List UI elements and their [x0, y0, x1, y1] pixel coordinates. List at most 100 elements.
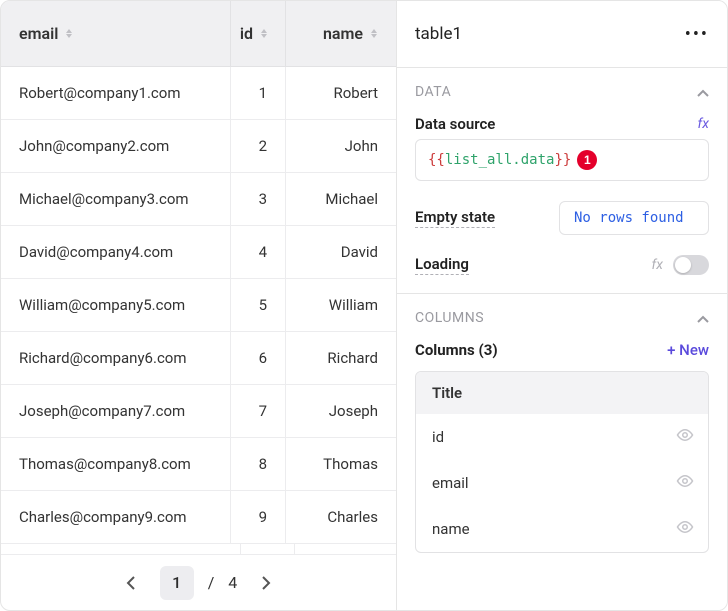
column-item[interactable]: email [416, 460, 708, 506]
cell-email: Thomas@company8.com [1, 438, 231, 490]
table-row[interactable]: John@company2.com 2 John [1, 120, 396, 173]
cell-id: 4 [231, 226, 286, 278]
table-row[interactable]: Michael@company3.com 3 Michael [1, 173, 396, 226]
chevron-up-icon [697, 315, 709, 323]
annotation-badge: 1 [577, 150, 597, 170]
cell-email: Joseph@company7.com [1, 385, 231, 437]
total-pages: 4 [228, 573, 237, 592]
cell-name: Joseph [286, 385, 396, 437]
sort-icon[interactable] [371, 29, 378, 38]
visibility-toggle[interactable] [676, 474, 694, 492]
columns-header: Columns (3) + New [415, 341, 709, 359]
table-row[interactable]: Charles@company9.com 9 Charles [1, 491, 396, 544]
table-row[interactable]: Robert@company1.com 1 Robert [1, 67, 396, 120]
cell-name: David [286, 226, 396, 278]
section-header[interactable]: DATA [415, 82, 709, 101]
cell-id: 6 [231, 332, 286, 384]
table-row[interactable]: William@company5.com 5 William [1, 279, 396, 332]
prev-page-button[interactable] [116, 568, 146, 598]
visibility-toggle[interactable] [676, 520, 694, 538]
columns-count-label: Columns (3) [415, 341, 498, 359]
loading-group: Loading fx [415, 255, 709, 275]
column-item-label: email [432, 474, 469, 492]
chevron-left-icon [126, 576, 136, 590]
cell-name: Thomas [286, 438, 396, 490]
table-pane: email id name Robert@company1.com 1 Robe… [1, 1, 396, 610]
cell-email: Charles@company9.com [1, 491, 231, 543]
loading-label[interactable]: Loading [415, 255, 469, 275]
section-label: DATA [415, 84, 451, 100]
fx-toggle[interactable]: fx [698, 116, 709, 132]
cell-name: Christopher [295, 544, 396, 554]
column-item[interactable]: id [416, 414, 708, 460]
loading-toggle[interactable] [673, 255, 709, 275]
cell-name: Michael [286, 173, 396, 225]
column-item-label: id [432, 428, 444, 446]
cell-id: 1 [231, 67, 286, 119]
column-header-email[interactable]: email [1, 1, 231, 66]
column-header-name[interactable]: name [286, 1, 396, 66]
eye-icon [676, 520, 694, 534]
column-item-label: name [432, 520, 470, 538]
table-body: Robert@company1.com 1 Robert John@compan… [1, 67, 396, 554]
chevron-right-icon [261, 576, 271, 590]
page-separator: / [208, 573, 215, 592]
chevron-up-icon [697, 89, 709, 97]
data-source-input[interactable]: {{list_all.data}} 1 [415, 139, 709, 181]
data-source-label: Data source [415, 115, 495, 133]
cell-email: Christopher@company10.com [1, 544, 241, 554]
column-item[interactable]: name [416, 506, 708, 552]
columns-section: COLUMNS Columns (3) + New Title id [397, 293, 727, 571]
table-header-row: email id name [1, 1, 396, 67]
expr-open: {{ [428, 152, 445, 168]
component-title[interactable]: table1 [415, 24, 462, 44]
table-row[interactable]: Joseph@company7.com 7 Joseph [1, 385, 396, 438]
section-header[interactable]: COLUMNS [415, 308, 709, 327]
cell-id: 2 [231, 120, 286, 172]
empty-state-input[interactable]: No rows found [559, 201, 709, 235]
table-row[interactable]: Christopher@company10.com 10 Christopher [1, 544, 396, 554]
eye-icon [676, 428, 694, 442]
cell-name: Robert [286, 67, 396, 119]
empty-state-group: Empty state No rows found [415, 201, 709, 235]
cell-name: Richard [286, 332, 396, 384]
sort-icon[interactable] [261, 29, 267, 38]
cell-email: William@company5.com [1, 279, 231, 331]
fx-toggle[interactable]: fx [652, 257, 663, 273]
visibility-toggle[interactable] [676, 428, 694, 446]
column-header-id[interactable]: id [231, 1, 286, 66]
sort-icon[interactable] [66, 29, 73, 38]
cell-name: John [286, 120, 396, 172]
column-header-label: id [240, 24, 253, 43]
cell-email: Richard@company6.com [1, 332, 231, 384]
data-section: DATA Data source fx {{list_all.data}} 1 … [397, 67, 727, 293]
pagination: 1 / 4 [1, 554, 396, 610]
cell-id: 3 [231, 173, 286, 225]
expr-close: }} [554, 152, 571, 168]
cell-id: 10 [241, 544, 295, 554]
cell-name: Charles [286, 491, 396, 543]
cell-id: 5 [231, 279, 286, 331]
columns-list: Title id email name [415, 371, 709, 553]
table-row[interactable]: Richard@company6.com 6 Richard [1, 332, 396, 385]
expr-dot: . [512, 152, 520, 168]
inspector-panel: table1 ••• DATA Data source fx {{list_al… [396, 1, 727, 610]
current-page[interactable]: 1 [160, 566, 194, 600]
collapse-button[interactable] [697, 82, 709, 101]
expr-prop: data [521, 152, 555, 168]
collapse-button[interactable] [697, 308, 709, 327]
table-row[interactable]: Thomas@company8.com 8 Thomas [1, 438, 396, 491]
expr-object: list_all [445, 152, 512, 168]
next-page-button[interactable] [251, 568, 281, 598]
cell-name: William [286, 279, 396, 331]
section-label: COLUMNS [415, 310, 484, 326]
empty-state-label[interactable]: Empty state [415, 208, 495, 228]
panel-header: table1 ••• [397, 1, 727, 67]
new-column-button[interactable]: + New [667, 341, 709, 359]
cell-id: 8 [231, 438, 286, 490]
cell-id: 9 [231, 491, 286, 543]
table-row[interactable]: David@company4.com 4 David [1, 226, 396, 279]
more-menu-button[interactable]: ••• [685, 24, 709, 45]
cell-id: 7 [231, 385, 286, 437]
cell-email: John@company2.com [1, 120, 231, 172]
